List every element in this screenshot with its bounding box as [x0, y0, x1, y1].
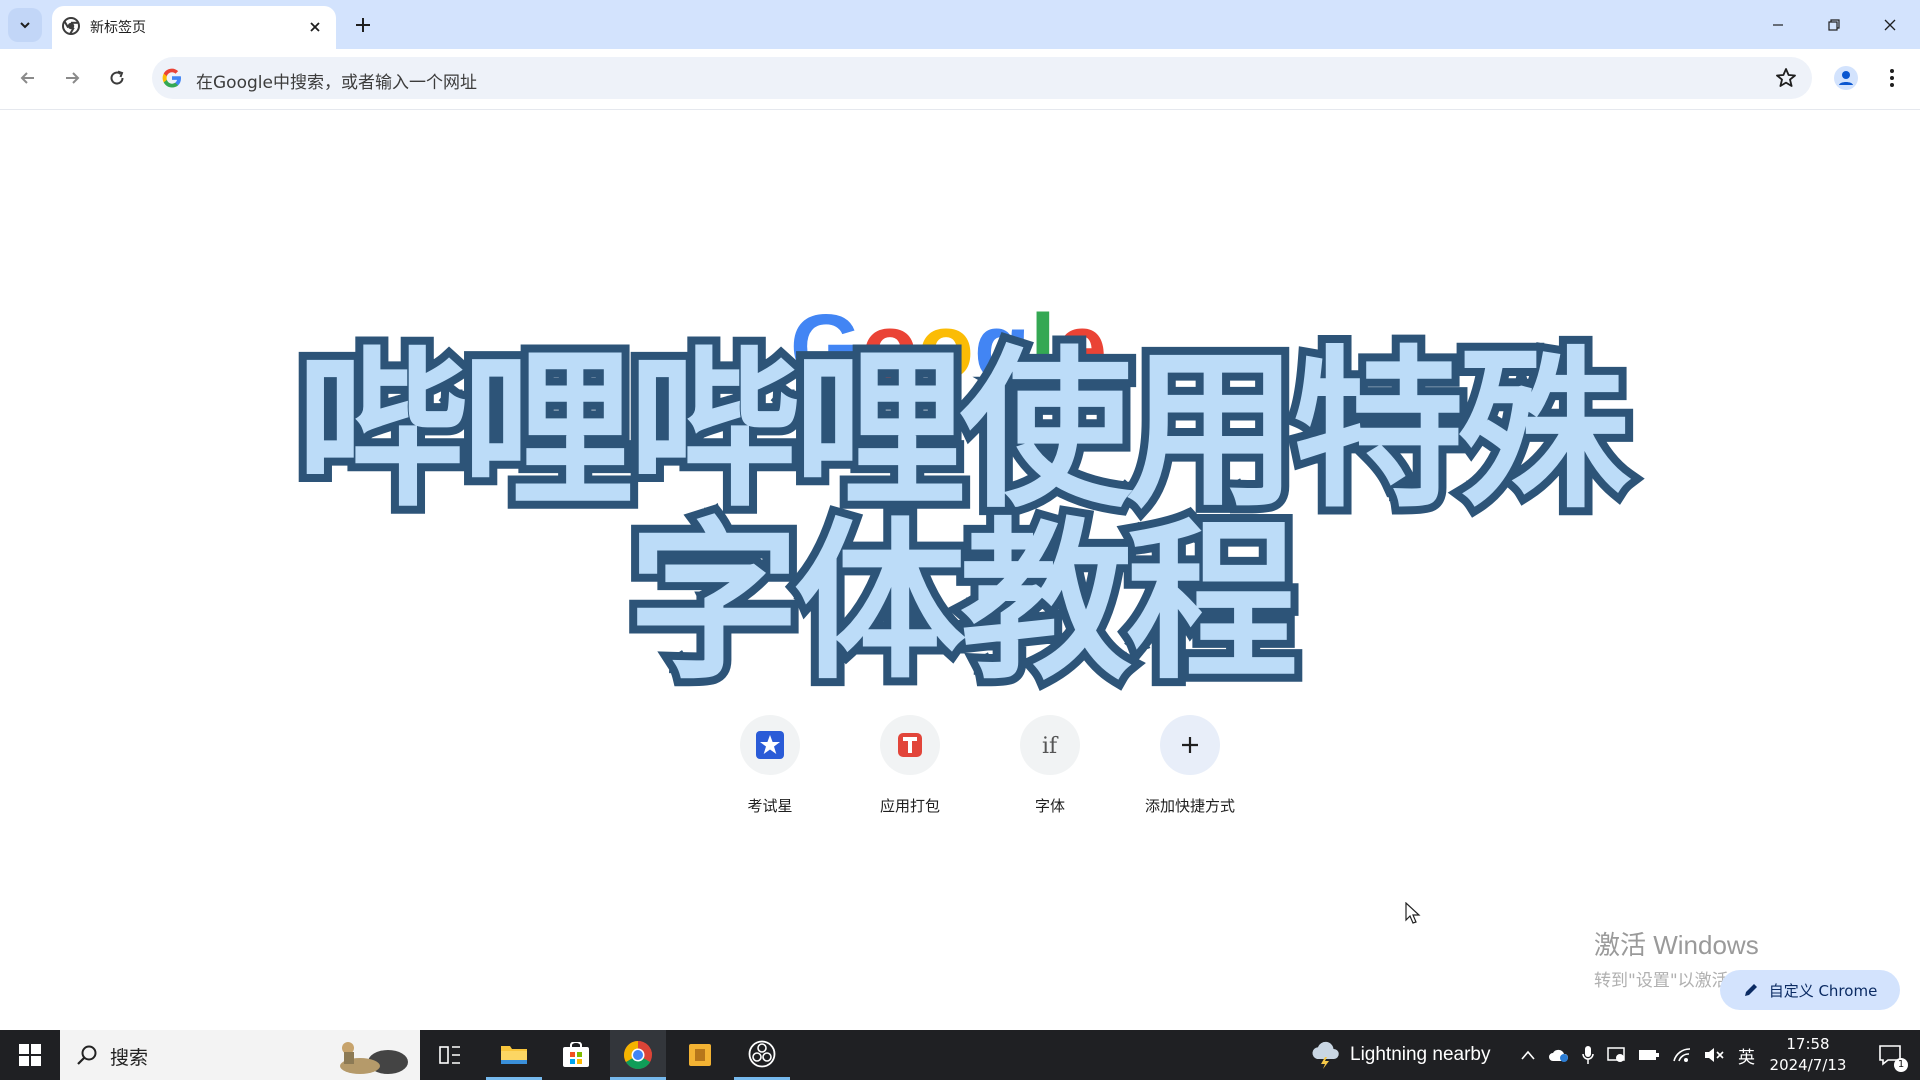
minimize-icon — [1773, 23, 1783, 26]
menu-button[interactable] — [1874, 60, 1910, 96]
clock-time: 17:58 — [1786, 1035, 1830, 1053]
shortcut-icon-tile — [1160, 715, 1220, 775]
task-view-button[interactable] — [422, 1030, 478, 1080]
taskbar-search-label: 搜索 — [110, 1047, 149, 1069]
tab-title: 新标签页 — [90, 20, 146, 36]
browser-toolbar: 在Google中搜索，或者输入一个网址 — [0, 49, 1920, 110]
file-explorer-button[interactable] — [486, 1030, 542, 1080]
profile-icon — [1834, 66, 1858, 90]
system-tray: 英 — [1520, 1030, 1755, 1080]
tab-strip: 新标签页 — [0, 0, 1920, 49]
shortcut-kaoshixing[interactable]: 考试星 — [700, 715, 840, 816]
yellow-app-icon — [689, 1044, 711, 1066]
tab-new-tab[interactable]: 新标签页 — [52, 6, 336, 49]
close-icon — [310, 22, 320, 32]
clock-date: 2024/7/13 — [1769, 1056, 1847, 1074]
shortcut-app-pack[interactable]: 应用打包 — [840, 715, 980, 816]
windows-taskbar: 搜索 Lightning nearby 英 17:58 2024/7/13 1 — [0, 1030, 1920, 1080]
microphone-icon[interactable] — [1582, 1045, 1594, 1065]
google-g-icon — [162, 68, 181, 88]
folder-icon — [501, 1045, 527, 1064]
microsoft-store-button[interactable] — [548, 1030, 604, 1080]
customize-chrome-label: 自定义 Chrome — [1768, 981, 1878, 1000]
shortcut-icon-tile — [880, 715, 940, 775]
font-if-icon: if — [1042, 734, 1059, 759]
speaker-muted-icon[interactable] — [1704, 1046, 1726, 1064]
mouse-cursor-icon — [1405, 902, 1421, 924]
chrome-taskbar-button[interactable] — [610, 1030, 666, 1080]
shortcut-label: 应用打包 — [879, 797, 940, 815]
chrome-favicon-icon — [62, 17, 80, 35]
weather-widget[interactable]: Lightning nearby — [1310, 1030, 1491, 1080]
activate-windows-title: 激活 Windows — [1594, 930, 1759, 960]
t-app-icon — [898, 733, 922, 757]
shortcut-font[interactable]: if 字体 — [980, 715, 1120, 816]
obs-studio-button[interactable] — [734, 1030, 790, 1080]
arrow-left-icon — [20, 72, 34, 84]
minimize-button[interactable] — [1750, 0, 1806, 49]
chrome-icon — [624, 1041, 652, 1069]
start-button[interactable] — [0, 1030, 60, 1080]
new-tab-button[interactable] — [348, 10, 378, 40]
reload-icon — [110, 70, 124, 85]
wifi-icon[interactable] — [1672, 1047, 1692, 1063]
chevron-up-icon[interactable] — [1520, 1049, 1536, 1061]
network-status-icon[interactable] — [1606, 1046, 1626, 1064]
forward-button[interactable] — [54, 60, 90, 96]
store-icon — [563, 1042, 589, 1067]
plus-icon — [356, 18, 370, 32]
sticky-app-button[interactable] — [672, 1030, 728, 1080]
input-method-indicator[interactable]: 英 — [1738, 1043, 1755, 1068]
search-icon — [77, 1045, 97, 1065]
restore-button[interactable] — [1806, 0, 1862, 49]
chevron-down-icon — [20, 22, 30, 29]
svg-text:if: if — [1042, 734, 1059, 759]
taskbar-clock[interactable]: 17:58 2024/7/13 — [1758, 1034, 1858, 1076]
more-vertical-icon — [1890, 69, 1894, 87]
customize-chrome-button[interactable]: 自定义 Chrome — [1720, 970, 1900, 1010]
profile-button[interactable] — [1828, 60, 1864, 96]
weather-text: Lightning nearby — [1350, 1044, 1491, 1065]
shortcuts-grid: 考试星 应用打包 if 字体 添加快捷方式 — [700, 715, 1260, 835]
shortcut-icon-tile: if — [1020, 715, 1080, 775]
taskbar-search-box[interactable]: 搜索 — [60, 1030, 420, 1080]
add-shortcut-button[interactable]: 添加快捷方式 — [1120, 715, 1260, 816]
video-title-overlay: 哔哩哔哩使用特殊 字体教程 — [260, 330, 1660, 703]
plus-icon — [1182, 737, 1198, 753]
windows-logo-icon — [19, 1044, 41, 1066]
battery-icon[interactable] — [1638, 1048, 1660, 1062]
overlay-line-1: 哔哩哔哩使用特殊 — [288, 330, 1638, 531]
address-bar-placeholder: 在Google中搜索，或者输入一个网址 — [196, 73, 477, 93]
back-button[interactable] — [10, 60, 46, 96]
shortcut-label: 添加快捷方式 — [1144, 797, 1235, 815]
address-bar[interactable]: 在Google中搜索，或者输入一个网址 — [152, 57, 1812, 99]
close-icon — [1884, 19, 1896, 30]
tab-search-button[interactable] — [8, 8, 42, 42]
arrow-right-icon — [66, 72, 80, 84]
reload-button[interactable] — [99, 60, 135, 96]
task-view-icon — [439, 1046, 460, 1064]
shortcut-icon-tile — [740, 715, 800, 775]
close-tab-button[interactable] — [304, 16, 326, 38]
obs-icon — [748, 1040, 776, 1067]
overlay-line-2: 字体教程 — [620, 502, 1306, 703]
pencil-icon — [1744, 984, 1757, 996]
bookmark-star-icon[interactable] — [1774, 66, 1798, 90]
restore-icon — [1828, 18, 1840, 31]
onedrive-cloud-icon[interactable] — [1548, 1047, 1570, 1063]
shortcut-label: 字体 — [1034, 797, 1065, 815]
storm-cloud-icon — [1312, 1041, 1339, 1069]
notification-center-button[interactable]: 1 — [1862, 1030, 1918, 1080]
shortcut-label: 考试星 — [747, 797, 793, 815]
star-app-icon — [756, 731, 784, 759]
notification-count-badge: 1 — [1894, 1058, 1908, 1072]
search-highlight-illustration-icon — [340, 1042, 408, 1074]
close-window-button[interactable] — [1862, 0, 1918, 49]
